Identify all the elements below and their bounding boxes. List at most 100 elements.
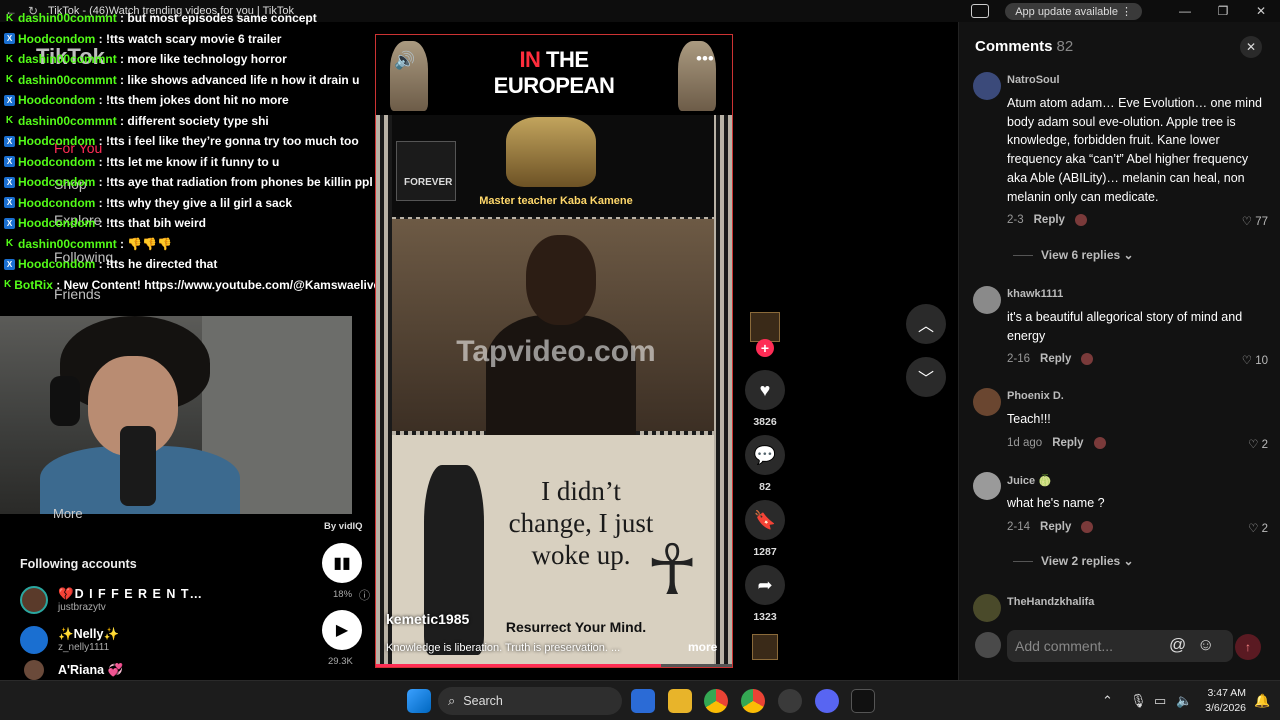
kick-badge-icon: K	[5, 115, 14, 127]
taskbar-clock[interactable]: 3:47 AM 3/6/2026	[1198, 686, 1246, 716]
chat-message: X Hoodcondom : !tts i feel like they’re g…	[0, 131, 380, 152]
avatar[interactable]	[973, 594, 1001, 622]
creator-liked-icon	[1093, 437, 1106, 449]
send-comment-button[interactable]: ↑	[1235, 634, 1261, 660]
chat-username[interactable]: BotRix	[14, 275, 53, 296]
account-name: 💔D I F F E R E N T…	[58, 587, 203, 601]
vidiq-play-button[interactable]: ▶	[322, 610, 362, 650]
discord-icon[interactable]	[815, 689, 839, 713]
add-comment-input[interactable]: Add comment... @ ☺	[1007, 630, 1233, 662]
app-update-button[interactable]: App update available ⋮	[1005, 2, 1142, 20]
comment-like[interactable]: ♡ 2	[1248, 521, 1268, 535]
video-progress-bar[interactable]	[376, 664, 732, 667]
close-window-icon[interactable]: ✕	[1242, 4, 1280, 18]
microphone-icon[interactable]: 🎙	[1130, 693, 1147, 709]
comment-like-count: 10	[1255, 355, 1268, 367]
vidiq-stats-button[interactable]: ▮▮	[322, 543, 362, 583]
more-options-icon[interactable]: •••	[696, 49, 714, 69]
following-account-2[interactable]: ✨Nelly✨ z_nelly1111	[20, 626, 119, 654]
reply-button[interactable]: Reply	[1034, 214, 1065, 226]
notification-icon[interactable]: 🔔	[1254, 693, 1270, 709]
comment-author[interactable]: khawk1111	[1007, 288, 1063, 300]
comment-author[interactable]: TheHandzkhalifa	[1007, 596, 1094, 608]
share-button[interactable]: ➦	[745, 565, 785, 605]
following-account-3[interactable]: A'Riana 💞	[20, 660, 123, 680]
chat-text: !tts aye that radiation from phones be k…	[106, 175, 373, 189]
reply-button[interactable]: Reply	[1052, 437, 1083, 449]
comment-date: 2-3	[1007, 214, 1024, 226]
follow-plus-icon[interactable]: +	[756, 339, 774, 357]
reply-button[interactable]: Reply	[1040, 353, 1071, 365]
comments-title: Comments	[975, 38, 1053, 55]
avatar[interactable]	[973, 286, 1001, 314]
chat-username[interactable]: Hoodcondom	[18, 90, 95, 111]
comment-like[interactable]: ♡ 77	[1242, 214, 1268, 228]
video-overlay-title: IN THE EUROPEAN	[466, 47, 642, 99]
chevron-up-tray-icon[interactable]: ⌃	[1102, 693, 1113, 709]
volume-icon[interactable]: 🔊	[394, 51, 415, 71]
chat-username[interactable]: Hoodcondom	[18, 213, 95, 234]
windows-start-icon[interactable]	[407, 689, 431, 713]
comment-author[interactable]: Phoenix D.	[1007, 390, 1064, 402]
description-more-link[interactable]: more	[688, 640, 717, 654]
chat-username[interactable]: dashin00commnt	[18, 70, 117, 91]
chat-message: X Hoodcondom : !tts let me know if it fun…	[0, 152, 380, 173]
like-button[interactable]: ♥	[745, 370, 785, 410]
save-count: 1287	[753, 546, 777, 558]
view-replies-button[interactable]: View 2 replies ⌄	[1013, 554, 1134, 568]
info-icon[interactable]: ⓘ	[359, 587, 370, 603]
view-replies-button[interactable]: View 6 replies ⌄	[1013, 248, 1134, 262]
maximize-icon[interactable]: ❐	[1204, 4, 1242, 18]
comment-button[interactable]: 💬	[745, 435, 785, 475]
chat-username[interactable]: Hoodcondom	[18, 152, 95, 173]
tiktok-app-icon[interactable]	[851, 689, 875, 713]
creator-avatar[interactable]	[750, 312, 780, 342]
obs-icon[interactable]	[778, 689, 802, 713]
chat-text: !tts why they give a lil girl a sack	[106, 195, 293, 210]
comment-author[interactable]: NatroSoul	[1007, 74, 1060, 86]
chat-username[interactable]: dashin00commnt	[18, 49, 117, 70]
emoji-icon[interactable]: ☺	[1197, 635, 1214, 655]
chat-username[interactable]: Hoodcondom	[18, 29, 95, 50]
comment-like[interactable]: ♡ 10	[1242, 353, 1268, 367]
save-button[interactable]: 🔖	[745, 500, 785, 540]
chat-username[interactable]: dashin00commnt	[18, 111, 117, 132]
chat-username[interactable]: dashin00commnt	[18, 8, 117, 29]
reply-button[interactable]: Reply	[1040, 521, 1071, 533]
video-watermark: Tapvideo.com	[456, 335, 656, 368]
avatar[interactable]	[973, 72, 1001, 100]
sidebar-more[interactable]: More	[53, 506, 83, 521]
app-update-label: App update available	[1015, 5, 1118, 18]
taskbar-search[interactable]: ⌕ Search	[438, 687, 622, 715]
music-disc-icon[interactable]	[752, 634, 778, 660]
minimize-icon[interactable]: —	[1166, 4, 1204, 18]
video-player[interactable]: IN THE EUROPEAN 🔊 ••• FOREVER Master tea…	[375, 34, 733, 668]
following-account-1[interactable]: 💔D I F F E R E N T… justbrazytv	[20, 586, 203, 614]
chrome-profile-icon[interactable]	[741, 689, 765, 713]
network-icon[interactable]: ▭	[1154, 693, 1166, 709]
chrome-icon[interactable]	[704, 689, 728, 713]
chat-username[interactable]: Hoodcondom	[18, 193, 95, 214]
extension-icon[interactable]	[971, 4, 990, 18]
chat-username[interactable]: Hoodcondom	[18, 131, 95, 152]
mention-icon[interactable]: @	[1169, 635, 1186, 655]
vidiq-label: By vidIQ	[324, 521, 363, 532]
comment-like[interactable]: ♡ 2	[1248, 437, 1268, 451]
close-comments-button[interactable]: ✕	[1240, 36, 1262, 58]
chat-username[interactable]: Hoodcondom	[18, 172, 95, 193]
comment-author[interactable]: Juice 🍈	[1007, 474, 1052, 487]
chat-message: Kdashin00commnt : like shows advanced li…	[0, 70, 380, 91]
chat-message: Kdashin00commnt : but most episodes same…	[0, 8, 380, 29]
chat-username[interactable]: Hoodcondom	[18, 254, 95, 275]
avatar[interactable]	[973, 472, 1001, 500]
chat-text: different society type shi	[127, 113, 269, 128]
volume-tray-icon[interactable]: 🔈	[1176, 693, 1192, 709]
store-icon[interactable]	[631, 689, 655, 713]
previous-video-button[interactable]: ︿	[906, 304, 946, 344]
video-author[interactable]: kemetic1985	[386, 611, 469, 627]
file-explorer-icon[interactable]	[668, 689, 692, 713]
next-video-button[interactable]: ﹀	[906, 357, 946, 397]
chevron-down-icon: ﹀	[917, 371, 934, 388]
chat-username[interactable]: dashin00commnt	[18, 234, 117, 255]
avatar[interactable]	[973, 388, 1001, 416]
